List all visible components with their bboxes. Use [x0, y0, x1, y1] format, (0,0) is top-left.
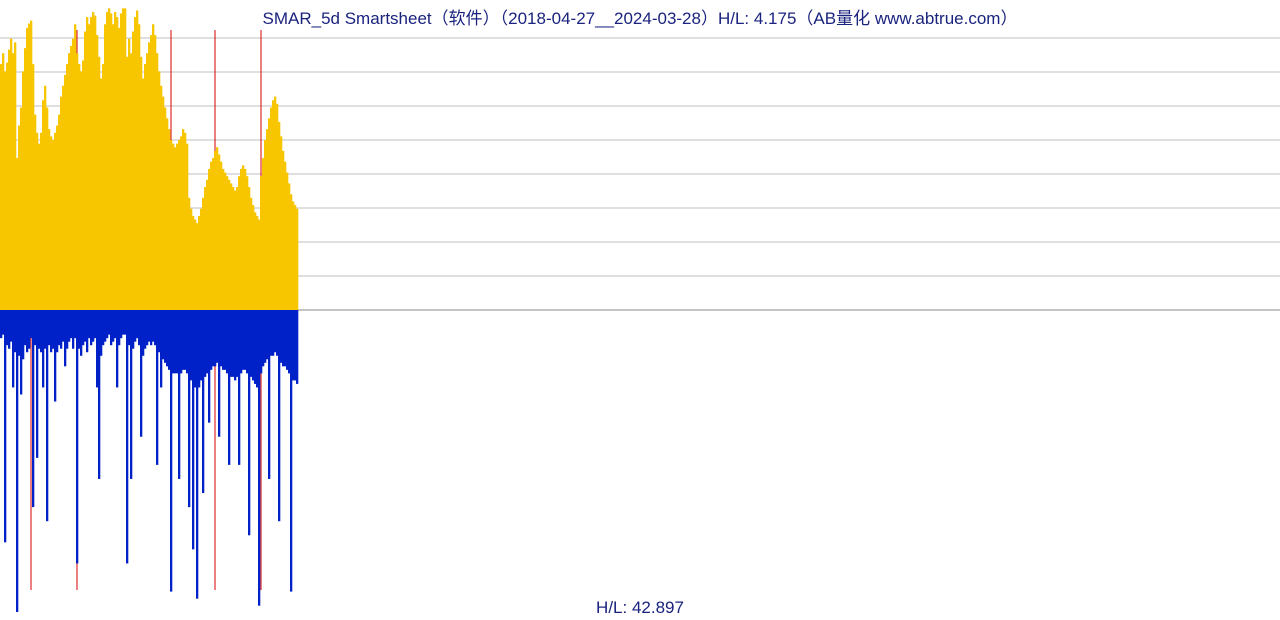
upper-series [0, 8, 298, 310]
lower-series [0, 310, 298, 612]
price-chart [0, 0, 1280, 620]
